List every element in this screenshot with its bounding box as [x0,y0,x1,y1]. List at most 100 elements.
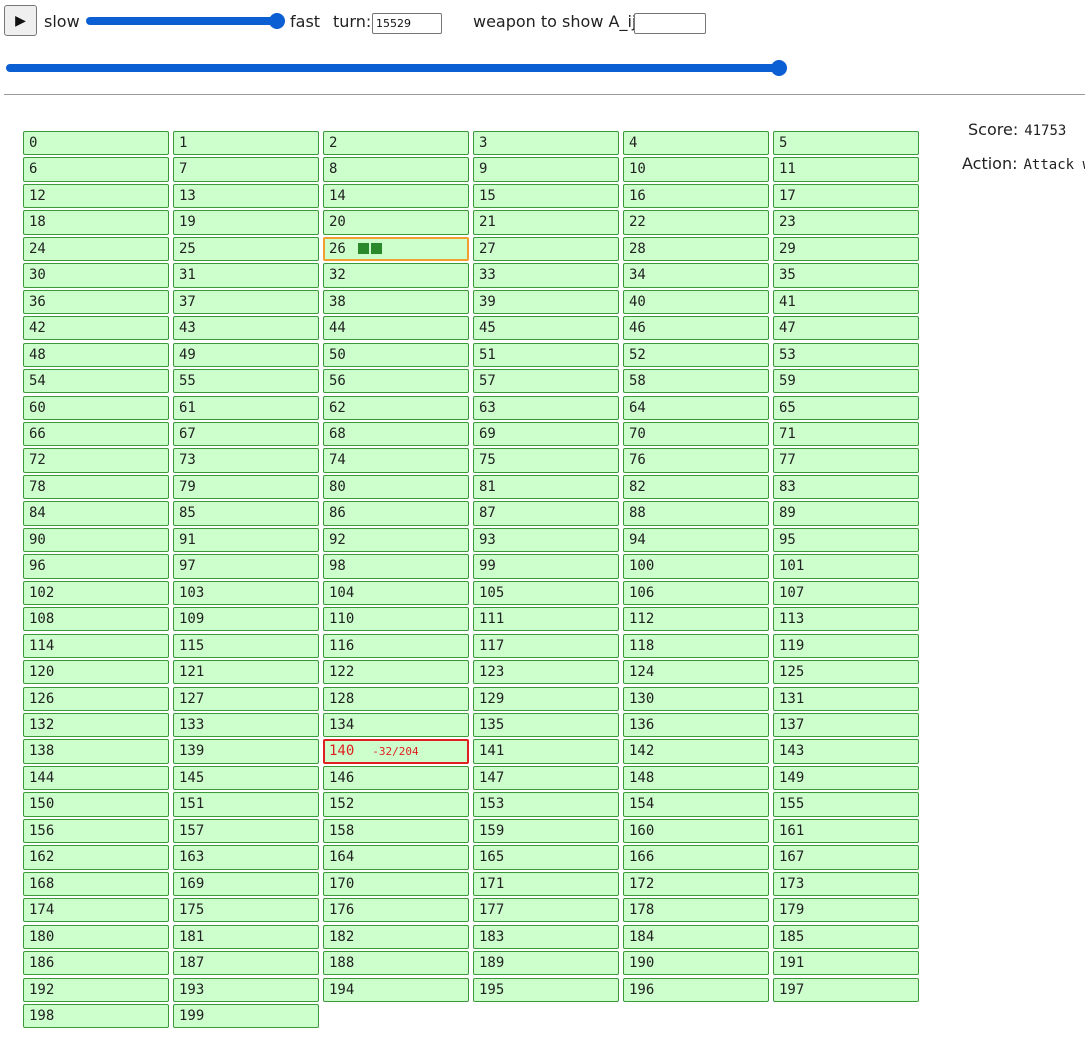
cell-140[interactable]: 140 -32/204 [323,739,469,764]
cell-163[interactable]: 163 [173,845,319,870]
cell-34[interactable]: 34 [623,263,769,288]
cell-96[interactable]: 96 [23,554,169,579]
cell-38[interactable]: 38 [323,289,469,314]
cell-75[interactable]: 75 [473,448,619,473]
cell-52[interactable]: 52 [623,342,769,367]
cell-48[interactable]: 48 [23,342,169,367]
cell-118[interactable]: 118 [623,633,769,658]
cell-166[interactable]: 166 [623,845,769,870]
cell-177[interactable]: 177 [473,898,619,923]
cell-185[interactable]: 185 [773,924,919,949]
cell-7[interactable]: 7 [173,157,319,182]
cell-1[interactable]: 1 [173,131,319,156]
cell-191[interactable]: 191 [773,951,919,976]
cell-117[interactable]: 117 [473,633,619,658]
cell-180[interactable]: 180 [23,924,169,949]
cell-77[interactable]: 77 [773,448,919,473]
cell-9[interactable]: 9 [473,157,619,182]
cell-95[interactable]: 95 [773,527,919,553]
cell-44[interactable]: 44 [323,316,469,341]
cell-55[interactable]: 55 [173,369,319,394]
cell-106[interactable]: 106 [623,580,769,605]
cell-61[interactable]: 61 [173,395,319,420]
cell-155[interactable]: 155 [773,792,919,817]
cell-15[interactable]: 15 [473,183,619,209]
cell-182[interactable]: 182 [323,924,469,949]
cell-28[interactable]: 28 [623,236,769,262]
cell-152[interactable]: 152 [323,792,469,817]
cell-19[interactable]: 19 [173,210,319,235]
cell-141[interactable]: 141 [473,739,619,764]
cell-35[interactable]: 35 [773,263,919,288]
cell-93[interactable]: 93 [473,527,619,553]
cell-148[interactable]: 148 [623,765,769,791]
cell-27[interactable]: 27 [473,236,619,262]
cell-142[interactable]: 142 [623,739,769,764]
cell-127[interactable]: 127 [173,686,319,711]
cell-102[interactable]: 102 [23,580,169,605]
cell-186[interactable]: 186 [23,951,169,976]
cell-138[interactable]: 138 [23,739,169,764]
cell-197[interactable]: 197 [773,977,919,1002]
cell-67[interactable]: 67 [173,421,319,447]
cell-137[interactable]: 137 [773,712,919,738]
cell-22[interactable]: 22 [623,210,769,235]
cell-89[interactable]: 89 [773,501,919,526]
cell-74[interactable]: 74 [323,448,469,473]
cell-51[interactable]: 51 [473,342,619,367]
cell-176[interactable]: 176 [323,898,469,923]
cell-161[interactable]: 161 [773,818,919,844]
cell-123[interactable]: 123 [473,660,619,685]
cell-63[interactable]: 63 [473,395,619,420]
cell-23[interactable]: 23 [773,210,919,235]
cell-98[interactable]: 98 [323,554,469,579]
turn-input[interactable] [372,13,442,34]
cell-94[interactable]: 94 [623,527,769,553]
cell-72[interactable]: 72 [23,448,169,473]
cell-12[interactable]: 12 [23,183,169,209]
cell-30[interactable]: 30 [23,263,169,288]
cell-4[interactable]: 4 [623,131,769,156]
cell-21[interactable]: 21 [473,210,619,235]
cell-65[interactable]: 65 [773,395,919,420]
cell-120[interactable]: 120 [23,660,169,685]
cell-136[interactable]: 136 [623,712,769,738]
cell-187[interactable]: 187 [173,951,319,976]
cell-99[interactable]: 99 [473,554,619,579]
cell-25[interactable]: 25 [173,236,319,262]
cell-189[interactable]: 189 [473,951,619,976]
cell-39[interactable]: 39 [473,289,619,314]
cell-188[interactable]: 188 [323,951,469,976]
weapon-input[interactable] [634,13,706,34]
cell-167[interactable]: 167 [773,845,919,870]
cell-6[interactable]: 6 [23,157,169,182]
cell-173[interactable]: 173 [773,871,919,896]
cell-83[interactable]: 83 [773,474,919,500]
cell-131[interactable]: 131 [773,686,919,711]
cell-132[interactable]: 132 [23,712,169,738]
cell-20[interactable]: 20 [323,210,469,235]
cell-198[interactable]: 198 [23,1003,169,1029]
cell-16[interactable]: 16 [623,183,769,209]
cell-156[interactable]: 156 [23,818,169,844]
cell-195[interactable]: 195 [473,977,619,1002]
cell-91[interactable]: 91 [173,527,319,553]
cell-80[interactable]: 80 [323,474,469,500]
cell-53[interactable]: 53 [773,342,919,367]
cell-90[interactable]: 90 [23,527,169,553]
cell-170[interactable]: 170 [323,871,469,896]
cell-151[interactable]: 151 [173,792,319,817]
cell-57[interactable]: 57 [473,369,619,394]
cell-109[interactable]: 109 [173,607,319,632]
cell-143[interactable]: 143 [773,739,919,764]
cell-101[interactable]: 101 [773,554,919,579]
cell-14[interactable]: 14 [323,183,469,209]
cell-108[interactable]: 108 [23,607,169,632]
cell-79[interactable]: 79 [173,474,319,500]
cell-164[interactable]: 164 [323,845,469,870]
cell-175[interactable]: 175 [173,898,319,923]
cell-169[interactable]: 169 [173,871,319,896]
cell-36[interactable]: 36 [23,289,169,314]
cell-103[interactable]: 103 [173,580,319,605]
cell-45[interactable]: 45 [473,316,619,341]
